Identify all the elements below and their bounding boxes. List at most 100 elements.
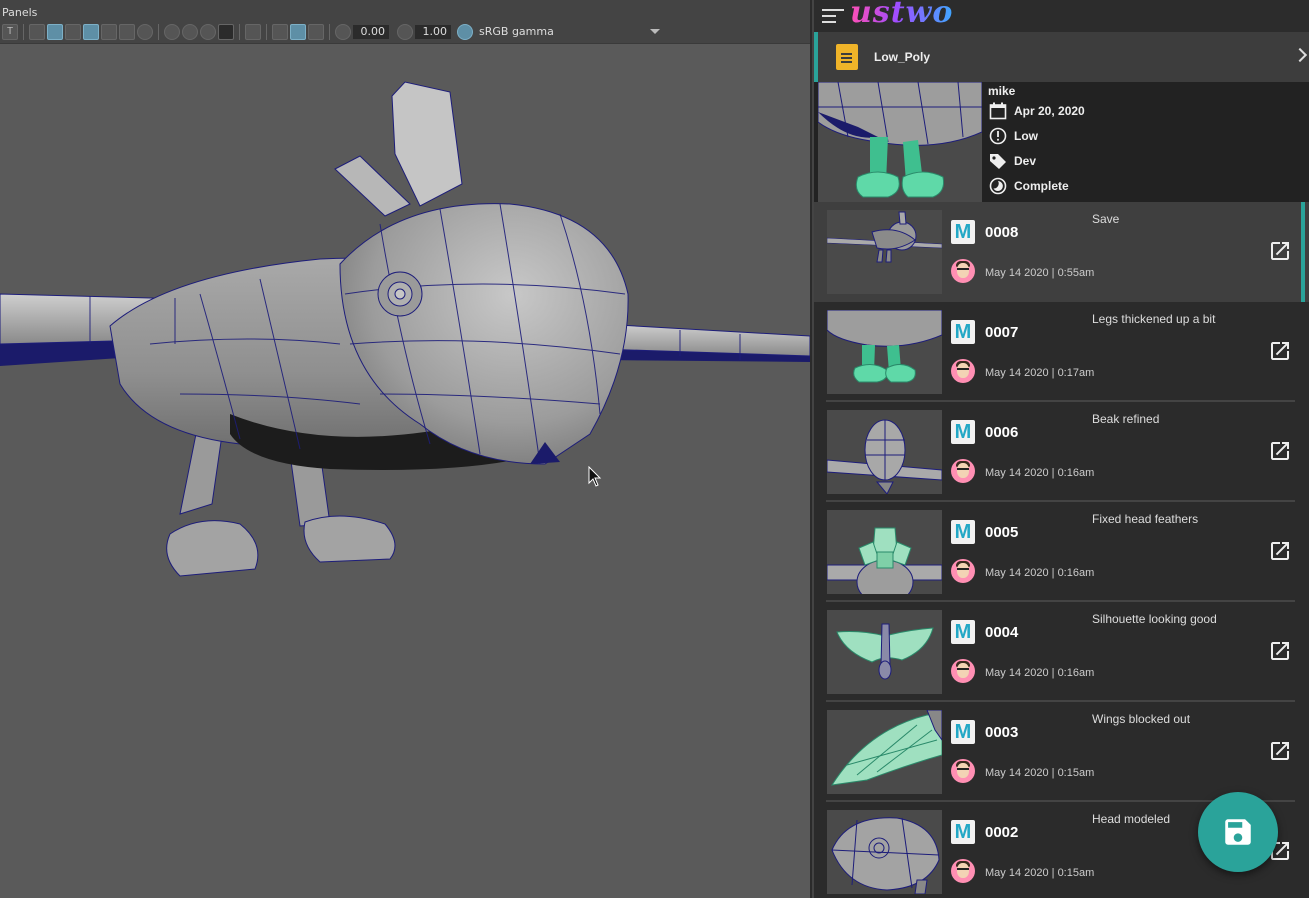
avatar: [951, 759, 975, 783]
version-thumbnail: [827, 210, 942, 294]
anti-alias-icon[interactable]: [200, 23, 216, 40]
version-date: May 14 2020 | 0:16am: [985, 567, 1095, 579]
smooth-shade-icon[interactable]: [47, 23, 63, 40]
status-icon: [988, 176, 1008, 196]
color-space-select[interactable]: sRGB gamma: [479, 25, 554, 38]
toolbar-separator: [266, 23, 267, 40]
tag-row: Dev: [988, 148, 1085, 173]
version-item[interactable]: M 0008 Save May 14 2020 | 0:55am: [814, 202, 1309, 302]
maya-icon: M: [951, 820, 975, 844]
maya-viewport[interactable]: Panels T 0.00 1.00 sRGB gamma: [0, 0, 812, 898]
exposure-field[interactable]: 0.00: [353, 24, 389, 39]
version-message: Fixed head feathers: [1092, 512, 1199, 526]
version-thumbnail: [827, 610, 942, 694]
textured-icon[interactable]: T: [2, 23, 18, 40]
calendar-icon: [988, 101, 1008, 121]
open-external-icon[interactable]: [1268, 239, 1292, 263]
version-date: May 14 2020 | 0:55am: [985, 267, 1095, 279]
version-message: Save: [1092, 212, 1120, 226]
app-root: Panels T 0.00 1.00 sRGB gamma ustwo Low_…: [0, 0, 1309, 898]
version-message: Wings blocked out: [1092, 712, 1191, 726]
maya-icon: M: [951, 620, 975, 644]
priority-row: Low: [988, 123, 1085, 148]
shadows-icon[interactable]: [137, 23, 153, 40]
version-item[interactable]: M 0005 Fixed head feathers May 14 2020 |…: [814, 502, 1309, 602]
version-number: 0006: [985, 424, 1019, 441]
version-date: May 14 2020 | 0:16am: [985, 667, 1095, 679]
background-icon[interactable]: [218, 23, 234, 40]
status-row: Complete: [988, 173, 1085, 198]
version-message: Head modeled: [1092, 812, 1171, 826]
viewport-toolbar: T 0.00 1.00 sRGB gamma: [0, 20, 810, 44]
version-thumbnail: [827, 710, 942, 794]
open-external-icon[interactable]: [1268, 439, 1292, 463]
avatar: [951, 259, 975, 283]
lighting-icon[interactable]: [119, 23, 135, 40]
open-external-icon[interactable]: [1268, 739, 1292, 763]
toolbar-separator: [329, 23, 330, 40]
version-message: Beak refined: [1092, 412, 1160, 426]
version-item[interactable]: M 0003 Wings blocked out May 14 2020 | 0…: [814, 702, 1309, 802]
toolbar-separator: [23, 23, 24, 40]
file-status: Complete: [1014, 178, 1069, 193]
color-management-icon[interactable]: [457, 23, 473, 40]
open-external-icon[interactable]: [1268, 639, 1292, 663]
file-selector[interactable]: Low_Poly: [814, 32, 1309, 82]
version-thumbnail: [827, 310, 942, 394]
shade-default-icon[interactable]: [65, 23, 81, 40]
version-date: May 14 2020 | 0:17am: [985, 367, 1095, 379]
file-priority: Low: [1014, 128, 1038, 143]
toolbar-separator: [158, 23, 159, 40]
chevron-right-icon[interactable]: [1292, 47, 1308, 63]
avatar: [951, 659, 975, 683]
bird-model-render[interactable]: [0, 44, 810, 898]
viewport-menu-bar: Panels: [0, 0, 810, 20]
avatar: [951, 859, 975, 883]
version-number: 0003: [985, 724, 1019, 741]
maya-icon: M: [951, 520, 975, 544]
resolution-gate-icon[interactable]: [308, 23, 324, 40]
chevron-down-icon[interactable]: [650, 29, 660, 34]
version-item[interactable]: M 0004 Silhouette looking good May 14 20…: [814, 602, 1309, 702]
file-tag: Dev: [1014, 153, 1037, 168]
panel-header: ustwo: [814, 0, 1309, 32]
version-item[interactable]: M 0006 Beak refined May 14 2020 | 0:16am: [814, 402, 1309, 502]
tag-icon: [988, 151, 1008, 171]
maya-icon: M: [951, 320, 975, 344]
grid-icon[interactable]: [272, 23, 288, 40]
open-external-icon[interactable]: [1268, 539, 1292, 563]
version-date: May 14 2020 | 0:15am: [985, 867, 1095, 879]
ambient-occlusion-icon[interactable]: [164, 23, 180, 40]
save-button[interactable]: [1198, 792, 1278, 872]
toolbar-separator: [239, 23, 240, 40]
wireframe-icon[interactable]: [29, 23, 45, 40]
file-info: mike Apr 20, 2020 Low Dev Complete: [814, 82, 1309, 202]
version-number: 0007: [985, 324, 1019, 341]
isolate-select-icon[interactable]: [245, 23, 261, 40]
date-row: Apr 20, 2020: [988, 98, 1085, 123]
gamma-field[interactable]: 1.00: [415, 24, 451, 39]
avatar: [951, 359, 975, 383]
maya-icon: M: [951, 720, 975, 744]
version-number: 0002: [985, 824, 1019, 841]
version-number: 0004: [985, 624, 1019, 641]
motion-blur-icon[interactable]: [182, 23, 198, 40]
save-icon: [1225, 819, 1251, 845]
file-date: Apr 20, 2020: [1014, 103, 1085, 118]
exposure-icon[interactable]: [335, 23, 351, 40]
maya-icon: M: [951, 420, 975, 444]
version-date: May 14 2020 | 0:16am: [985, 467, 1095, 479]
gate-mask-icon[interactable]: [290, 23, 306, 40]
version-item[interactable]: M 0007 Legs thickened up a bit May 14 20…: [814, 302, 1309, 402]
priority-icon: [988, 126, 1008, 146]
version-message: Legs thickened up a bit: [1092, 312, 1216, 326]
menu-icon[interactable]: [822, 7, 844, 25]
open-external-icon[interactable]: [1268, 339, 1292, 363]
version-number: 0005: [985, 524, 1019, 541]
version-thumbnail: [827, 410, 942, 494]
gamma-icon[interactable]: [397, 23, 413, 40]
xray-icon[interactable]: [101, 23, 117, 40]
wireframe-on-shaded-icon[interactable]: [83, 23, 99, 40]
avatar: [951, 459, 975, 483]
panels-menu[interactable]: Panels: [2, 6, 37, 19]
